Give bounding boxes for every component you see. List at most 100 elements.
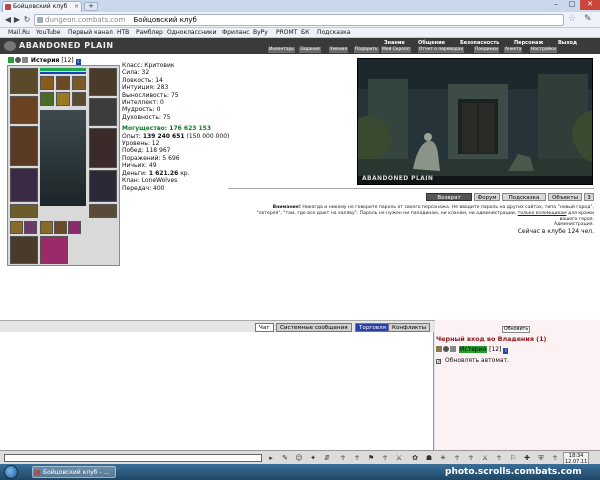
gloves-slot[interactable] — [89, 68, 117, 96]
action-icon-9[interactable]: ☥ — [452, 453, 462, 463]
bookmark-vuru[interactable]: ВуРу — [253, 28, 268, 38]
bag-slot-5[interactable] — [68, 221, 81, 234]
bookmark-odnoklassniki[interactable]: Одноклассники — [167, 28, 217, 38]
earring-slot[interactable] — [40, 76, 54, 90]
action-icon-11[interactable]: ⚔ — [480, 453, 490, 463]
auto-update-option[interactable]: ✓ Обновлять автомат. — [436, 357, 509, 365]
member-icon-3 — [450, 346, 456, 352]
rune-slot[interactable] — [40, 236, 68, 264]
menu-profile[interactable]: Анкета — [504, 47, 523, 53]
weapon-slot[interactable] — [10, 126, 38, 166]
action-icon-14[interactable]: ✚ — [522, 453, 532, 463]
boots-slot[interactable] — [89, 204, 117, 218]
menu-gift[interactable]: Подарить — [354, 47, 379, 53]
minimize-icon[interactable]: – — [548, 0, 564, 10]
objects-button[interactable]: Объекты — [548, 193, 582, 201]
pet-slot[interactable] — [10, 236, 38, 264]
bookmark-rambler[interactable]: Рамблер — [136, 28, 163, 38]
menu-settings[interactable]: Настройки — [530, 47, 557, 53]
character-nick[interactable]: Истерия — [31, 57, 59, 64]
action-icon-13[interactable]: ⚐ — [508, 453, 518, 463]
objects-count-button[interactable]: 3 — [584, 193, 594, 201]
action-icon-10[interactable]: ☥ — [466, 453, 476, 463]
bookmark-star-icon[interactable]: ☆ — [568, 14, 576, 24]
bracers-slot[interactable] — [10, 96, 38, 124]
offhand-slot[interactable] — [89, 128, 117, 168]
clear-icon[interactable]: ✎ — [280, 453, 290, 463]
bookmark-freelance[interactable]: Фриланс — [222, 28, 250, 38]
bag-slot-4[interactable] — [54, 221, 67, 234]
bag-slot-3[interactable] — [40, 221, 53, 234]
amulet-slot[interactable] — [56, 76, 70, 90]
bookmark-youtube[interactable]: YouTube — [36, 28, 60, 38]
menu-quests[interactable]: Задания — [299, 47, 321, 53]
menu-knowledge[interactable]: Знание — [384, 40, 405, 46]
bag-slot-2[interactable] — [24, 221, 37, 234]
url-input[interactable]: dungeon.combats.com Бойцовский клуб — [34, 14, 564, 26]
smile-icon[interactable]: ☺ — [294, 453, 304, 463]
action-icon-8[interactable]: ☀ — [438, 453, 448, 463]
new-tab-button[interactable]: + — [84, 2, 98, 11]
ring-slot-3[interactable] — [56, 92, 70, 106]
bookmark-hint[interactable]: Подсказка — [317, 28, 350, 38]
action-icon-4[interactable]: ☥ — [380, 453, 390, 463]
action-icon-15[interactable]: ⛨ — [536, 453, 546, 463]
forward-icon[interactable]: ▶ — [12, 15, 22, 25]
bookmark-first-channel[interactable]: Первый канал — [68, 28, 113, 38]
bookmark-ntv[interactable]: НТВ — [117, 28, 129, 38]
taskbar-favicon-icon — [35, 470, 40, 475]
tab-close-icon[interactable]: × — [74, 2, 79, 12]
window-close-icon[interactable]: ✕ — [580, 0, 600, 10]
action-icon-1[interactable]: ☥ — [338, 453, 348, 463]
maximize-icon[interactable]: □ — [564, 0, 580, 10]
auto-update-checkbox[interactable]: ✓ — [436, 359, 441, 365]
menu-inventory[interactable]: Инвентарь — [268, 47, 295, 53]
scroll-slot-1[interactable] — [72, 92, 86, 106]
member-info-icon[interactable]: i — [503, 348, 509, 354]
tab-conflicts[interactable]: Конфликты — [388, 323, 431, 332]
location-scene[interactable]: ABANDONED PLAIN — [357, 58, 593, 185]
filter-icon[interactable]: ✦ — [308, 453, 318, 463]
bag-slot-1[interactable] — [10, 221, 23, 234]
tab-trade[interactable]: Торговля — [355, 323, 390, 332]
refresh-button[interactable]: Обновить — [502, 326, 530, 333]
reload-icon[interactable]: ↻ — [22, 15, 32, 25]
browser-tab[interactable]: Бойцовский клуб × — [2, 1, 82, 12]
menu-skills[interactable]: Умения — [329, 47, 349, 53]
tab-chat[interactable]: Чат — [255, 323, 274, 332]
action-icon-3[interactable]: ⚑ — [366, 453, 376, 463]
forum-button[interactable]: Форум — [474, 193, 500, 201]
action-icon-16[interactable]: ☥ — [550, 453, 560, 463]
member-nick[interactable]: Истерия — [458, 346, 488, 353]
menu-battles[interactable]: Поединки — [474, 47, 499, 53]
start-button-icon[interactable] — [4, 465, 18, 479]
hint-button[interactable]: Подсказка — [502, 193, 546, 201]
taskbar-browser-item[interactable]: Бойцовский клуб - ... — [32, 466, 116, 478]
action-icon-12[interactable]: ☥ — [494, 453, 504, 463]
menu-character[interactable]: Персонаж — [514, 40, 543, 46]
send-icon[interactable]: ▸ — [266, 453, 276, 463]
menu-exit[interactable]: Выход — [558, 40, 577, 46]
menu-security[interactable]: Безопасность — [460, 40, 499, 46]
action-icon-7[interactable]: ☗ — [424, 453, 434, 463]
bookmark-bk[interactable]: БК — [301, 28, 309, 38]
ring-slot-1[interactable] — [72, 76, 86, 90]
menu-communication[interactable]: Общение — [418, 40, 445, 46]
belt-slot[interactable] — [10, 204, 38, 218]
only-hackers-link[interactable]: только взломщикам — [518, 211, 567, 216]
menu-my-scroll[interactable]: Мой Скролл — [381, 47, 411, 53]
action-icon-6[interactable]: ✿ — [410, 453, 420, 463]
action-icon-5[interactable]: ⚔ — [394, 453, 404, 463]
tab-system-messages[interactable]: Системные сообщения — [276, 323, 352, 332]
scroll-icon[interactable]: ⇵ — [322, 453, 332, 463]
return-button[interactable]: Возврат — [426, 193, 472, 201]
bookmark-promt[interactable]: PROMT — [276, 28, 297, 38]
helmet-slot[interactable] — [10, 68, 38, 94]
menu-transfer-report[interactable]: Отчет о переводах — [418, 47, 465, 53]
ring-slot-2[interactable] — [40, 92, 54, 106]
chat-input[interactable] — [4, 454, 262, 462]
settings-wrench-icon[interactable]: ✎ — [584, 14, 592, 24]
bookmark-mailru[interactable]: Mail.Ru — [8, 28, 30, 38]
action-icon-2[interactable]: ☥ — [352, 453, 362, 463]
shield-slot[interactable] — [89, 98, 117, 126]
